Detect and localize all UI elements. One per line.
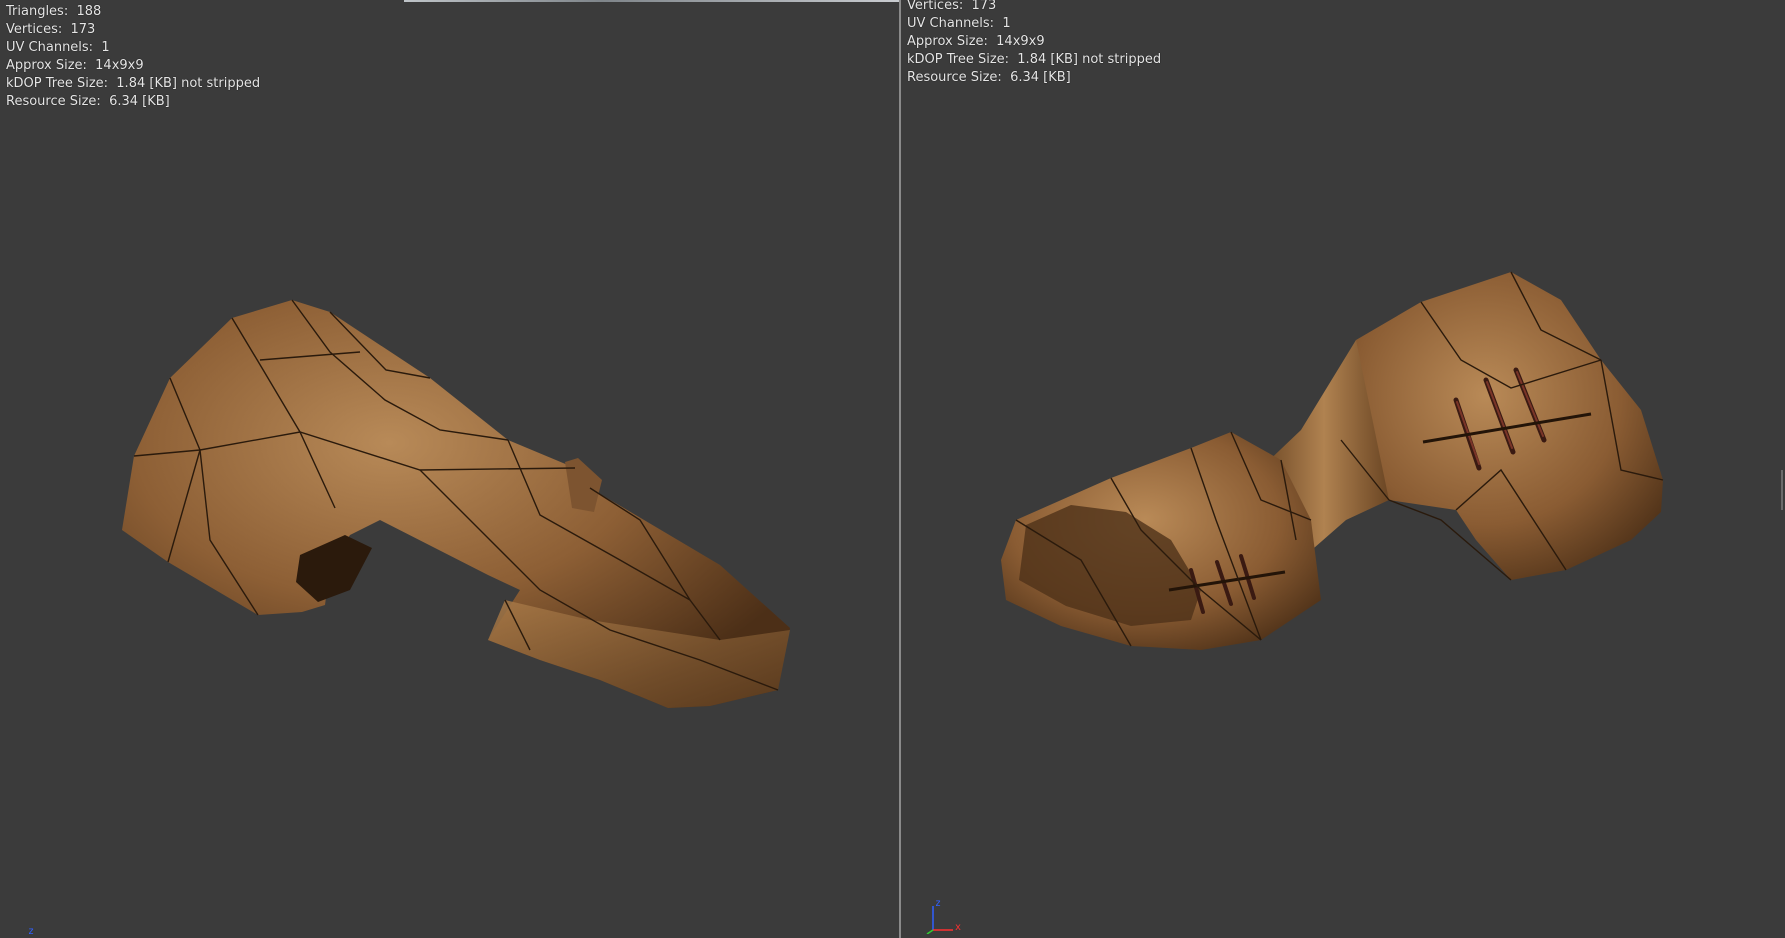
axis-gizmo-icon: z x [925,898,965,935]
viewport-edge [1781,470,1783,510]
mesh-model-boot-front-icon [1001,271,1664,650]
static-mesh-editor: Triangles: 188 Vertices: 173 UV Channels… [0,0,1785,938]
mesh-model-boot-side-icon [122,299,790,708]
viewport-left[interactable]: Triangles: 188 Vertices: 173 UV Channels… [0,0,899,938]
axis-z-label: z [28,926,35,937]
axis-x-label: x [955,922,962,933]
viewport-right[interactable]: Vertices: 173 UV Channels: 1 Approx Size… [901,0,1785,938]
axis-z-label: z [935,898,942,909]
axis-gizmo-icon: z [28,926,34,937]
